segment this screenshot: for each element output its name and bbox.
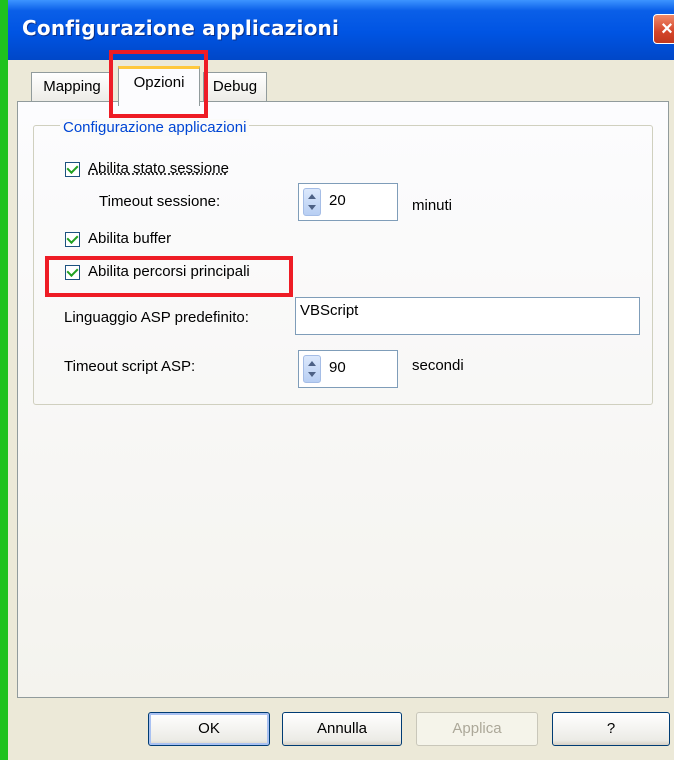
left-edge-strip bbox=[0, 0, 8, 760]
tab-debug[interactable]: Debug bbox=[203, 72, 267, 102]
script-timeout-value: 90 bbox=[329, 359, 346, 376]
title-bar[interactable]: Configurazione applicazioni × bbox=[8, 0, 674, 60]
opzioni-tab-highlight bbox=[109, 50, 208, 118]
tab-debug-label: Debug bbox=[212, 78, 258, 95]
spinner-arrows-icon[interactable] bbox=[303, 188, 321, 216]
asp-language-value: VBScript bbox=[300, 302, 359, 319]
asp-language-label: Linguaggio ASP predefinito: bbox=[64, 309, 249, 326]
script-timeout-label: Timeout script ASP: bbox=[64, 358, 196, 375]
tab-mapping[interactable]: Mapping bbox=[31, 72, 113, 102]
session-timeout-value: 20 bbox=[329, 192, 346, 209]
cancel-button-label: Annulla bbox=[316, 720, 368, 737]
ok-button-label: OK bbox=[198, 720, 220, 737]
window-title: Configurazione applicazioni bbox=[22, 16, 340, 40]
apply-button[interactable]: Applica bbox=[416, 712, 538, 746]
parent-paths-highlight bbox=[45, 256, 293, 297]
ok-button[interactable]: OK bbox=[148, 712, 270, 746]
script-timeout-unit: secondi bbox=[412, 357, 464, 374]
help-button[interactable]: ? bbox=[552, 712, 670, 746]
groupbox-title: Configurazione applicazioni bbox=[60, 119, 250, 136]
close-button[interactable]: × bbox=[653, 14, 674, 44]
apply-button-label: Applica bbox=[452, 720, 502, 737]
session-state-label[interactable]: Abilita stato sessione bbox=[88, 160, 229, 177]
asp-language-input[interactable]: VBScript bbox=[295, 297, 640, 335]
close-icon: × bbox=[661, 18, 673, 40]
session-timeout-spinner[interactable]: 20 bbox=[298, 183, 398, 221]
help-button-label: ? bbox=[606, 720, 616, 737]
session-timeout-label: Timeout sessione: bbox=[99, 193, 221, 210]
session-timeout-unit: minuti bbox=[412, 197, 453, 214]
session-state-checkbox[interactable] bbox=[65, 162, 80, 177]
tab-mapping-label: Mapping bbox=[43, 78, 101, 95]
script-timeout-spinner[interactable]: 90 bbox=[298, 350, 398, 388]
spinner-arrows-icon[interactable] bbox=[303, 355, 321, 383]
buffer-checkbox[interactable] bbox=[65, 232, 80, 247]
cancel-button[interactable]: Annulla bbox=[282, 712, 402, 746]
buffer-label[interactable]: Abilita buffer bbox=[88, 230, 171, 247]
